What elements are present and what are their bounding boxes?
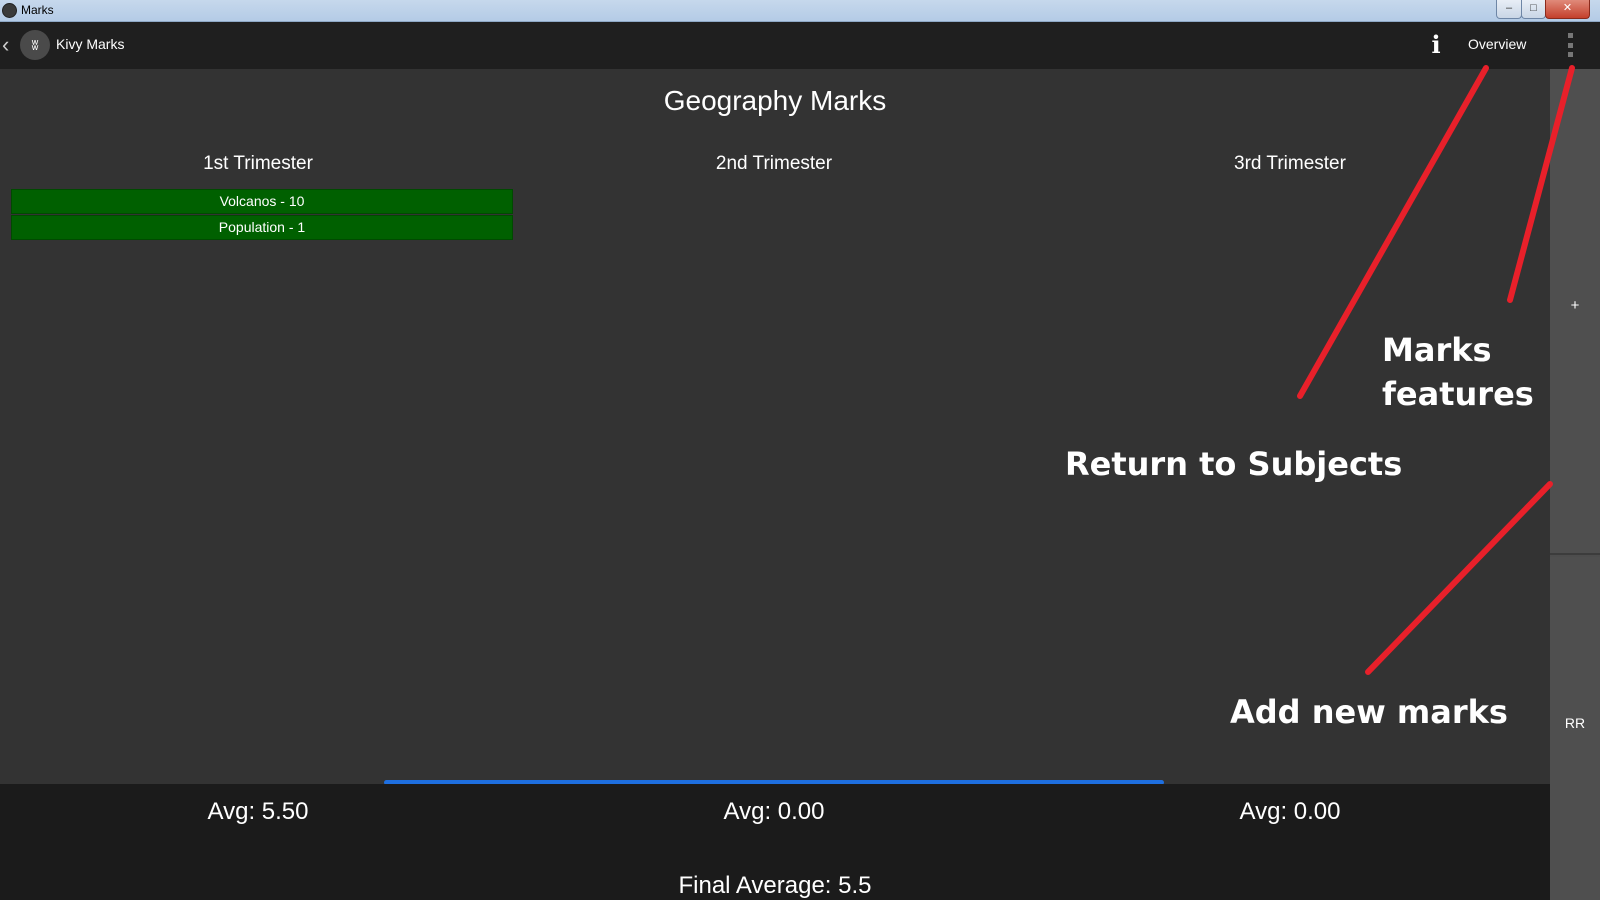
overview-button[interactable]: Overview xyxy=(1468,36,1526,52)
add-mark-button[interactable]: + xyxy=(1550,69,1600,555)
trimester-1-average: Avg: 5.50 xyxy=(207,798,309,825)
back-chevron-icon[interactable]: ‹ xyxy=(2,34,14,58)
maximize-button[interactable]: □ xyxy=(1521,0,1546,19)
trimester-3-header: 3rd Trimester xyxy=(1234,153,1346,174)
trimester-2-average: Avg: 0.00 xyxy=(723,798,825,825)
trimester-3-average: Avg: 0.00 xyxy=(1239,798,1341,825)
trimester-1-header: 1st Trimester xyxy=(203,153,313,174)
mark-item[interactable]: Volcanos - 10 xyxy=(11,189,513,214)
marks-content: Geography Marks 1st Trimester 2nd Trimes… xyxy=(0,69,1550,783)
page-title: Geography Marks xyxy=(663,85,887,116)
averages-footer: Avg: 5.50 Avg: 0.00 Avg: 0.00 Final Aver… xyxy=(0,784,1550,900)
window-titlebar: Marks – □ ✕ xyxy=(0,0,1600,22)
final-average: Final Average: 5.5 xyxy=(678,872,872,899)
annotation-marks-features-line1: Marks xyxy=(1382,331,1492,369)
app-window-icon xyxy=(2,3,17,18)
rr-button[interactable]: RR xyxy=(1550,557,1600,900)
app-name[interactable]: Kivy Marks xyxy=(56,36,124,52)
mark-item[interactable]: Population - 1 xyxy=(11,215,513,240)
overflow-menu-icon[interactable] xyxy=(1568,33,1574,57)
annotation-add-new-marks: Add new marks xyxy=(1230,693,1508,731)
rr-label: RR xyxy=(1564,715,1586,731)
action-bar: ‹ ʬ Kivy Marks i Overview xyxy=(0,22,1600,70)
close-button[interactable]: ✕ xyxy=(1545,0,1590,19)
info-icon[interactable]: i xyxy=(1428,31,1444,59)
trimester-1-marks-list: Volcanos - 10 Population - 1 xyxy=(11,189,513,241)
kivy-logo-icon[interactable]: ʬ xyxy=(20,30,50,60)
minimize-button[interactable]: – xyxy=(1496,0,1522,19)
add-icon: + xyxy=(1570,297,1580,314)
side-panel: + RR xyxy=(1550,69,1600,900)
window-title: Marks xyxy=(21,3,54,17)
annotation-marks-features-line2: features xyxy=(1382,375,1534,413)
trimester-2-header: 2nd Trimester xyxy=(715,153,833,174)
annotation-return-to-subjects: Return to Subjects xyxy=(1065,445,1403,483)
